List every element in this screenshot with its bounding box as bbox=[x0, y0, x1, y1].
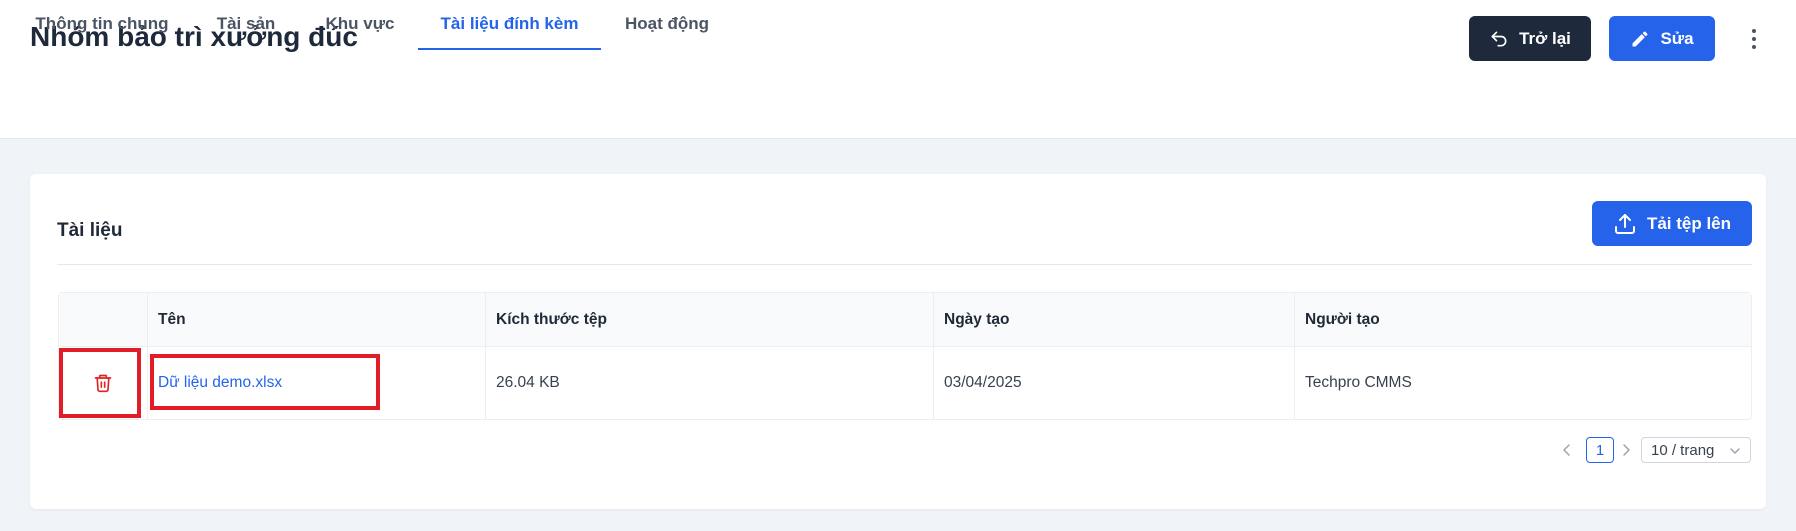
chevron-right-icon[interactable] bbox=[1617, 436, 1635, 464]
vertical-dots-icon[interactable] bbox=[1741, 22, 1767, 56]
trash-icon[interactable] bbox=[93, 372, 113, 394]
divider bbox=[57, 264, 1752, 265]
table-header: Tên Kích thước tệp Ngày tạo Người tạo bbox=[59, 293, 1751, 347]
documents-table: Tên Kích thước tệp Ngày tạo Người tạo Dữ… bbox=[58, 292, 1752, 420]
upload-button[interactable]: Tải tệp lên bbox=[1592, 201, 1752, 246]
creator-cell: Techpro CMMS bbox=[1294, 347, 1753, 419]
tab-attachments[interactable]: Tài liệu đính kèm bbox=[418, 0, 601, 50]
documents-title: Tài liệu bbox=[57, 220, 123, 241]
edit-button[interactable]: Sửa bbox=[1609, 16, 1715, 61]
column-header-actions bbox=[59, 293, 147, 346]
file-link[interactable]: Dữ liệu demo.xlsx bbox=[158, 374, 282, 392]
chevron-left-icon[interactable] bbox=[1558, 436, 1576, 464]
column-header-name: Tên bbox=[147, 293, 485, 346]
page-number-current[interactable]: 1 bbox=[1586, 437, 1614, 463]
tab-general-info[interactable]: Thông tin chung bbox=[28, 0, 176, 48]
page-header: Nhóm bảo trì xưởng đúc Trở lại Sửa Thông… bbox=[0, 0, 1796, 139]
file-size-cell: 26.04 KB bbox=[485, 347, 933, 419]
tab-activity[interactable]: Hoạt động bbox=[617, 0, 717, 48]
upload-icon bbox=[1613, 212, 1637, 236]
edit-button-label: Sửa bbox=[1660, 28, 1694, 48]
upload-button-label: Tải tệp lên bbox=[1646, 213, 1732, 233]
page-size-select[interactable]: 10 / trang bbox=[1641, 437, 1751, 463]
page-size-value: 10 / trang bbox=[1651, 441, 1715, 459]
column-header-created: Ngày tạo bbox=[933, 293, 1294, 346]
table-row: Dữ liệu demo.xlsx 26.04 KB 03/04/2025 Te… bbox=[59, 347, 1751, 419]
tab-assets[interactable]: Tài sản bbox=[206, 0, 286, 48]
undo-arrow-icon bbox=[1489, 29, 1509, 49]
column-header-creator: Người tạo bbox=[1294, 293, 1753, 346]
pencil-icon bbox=[1630, 29, 1650, 49]
column-header-size: Kích thước tệp bbox=[485, 293, 933, 346]
file-name-cell: Dữ liệu demo.xlsx bbox=[147, 347, 485, 419]
documents-card: Tài liệu Tải tệp lên Tên Kích thước tệp … bbox=[30, 174, 1766, 509]
tab-areas[interactable]: Khu vực bbox=[316, 0, 404, 48]
created-date-cell: 03/04/2025 bbox=[933, 347, 1294, 419]
back-button-label: Trở lại bbox=[1519, 28, 1571, 48]
chevron-down-icon bbox=[1728, 444, 1742, 462]
back-button[interactable]: Trở lại bbox=[1469, 16, 1591, 61]
row-actions-cell bbox=[59, 347, 147, 419]
